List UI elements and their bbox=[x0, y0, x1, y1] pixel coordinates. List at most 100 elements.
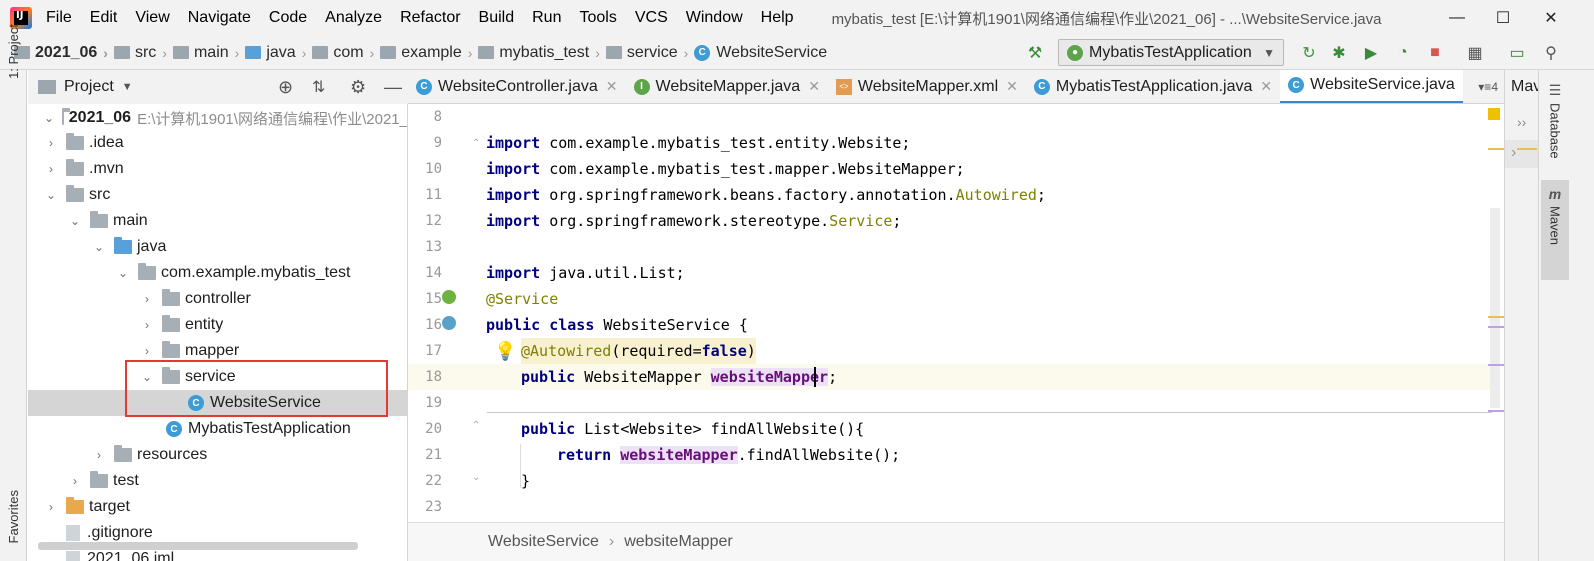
minimize-button[interactable]: — bbox=[1434, 0, 1480, 36]
spring-bean-icon[interactable] bbox=[442, 290, 456, 304]
menu-view[interactable]: View bbox=[135, 9, 169, 27]
menu-file[interactable]: File bbox=[46, 9, 72, 27]
favorites-tool-tab[interactable]: Favorites bbox=[6, 490, 21, 543]
menu-vcs[interactable]: VCS bbox=[635, 9, 668, 27]
tab-overflow-button[interactable]: ▾≡4 bbox=[1478, 80, 1504, 94]
project-structure-icon[interactable]: ▦ bbox=[1464, 42, 1486, 64]
crumb-java[interactable]: java › bbox=[245, 44, 312, 62]
menu-analyze[interactable]: Analyze bbox=[325, 9, 382, 27]
coverage-icon[interactable]: ▶ bbox=[1360, 42, 1382, 64]
debug-icon[interactable]: ✱ bbox=[1328, 42, 1350, 64]
tree-item-test[interactable]: › test bbox=[28, 468, 407, 494]
tab-websitecontroller[interactable]: C WebsiteController.java ✕ bbox=[408, 70, 626, 103]
tree-item-controller[interactable]: › controller bbox=[28, 286, 407, 312]
crumb-main[interactable]: main › bbox=[172, 44, 245, 62]
tree-item-mybatistestapplication[interactable]: C MybatisTestApplication bbox=[28, 416, 407, 442]
crumb-mybatis-test[interactable]: mybatis_test › bbox=[478, 44, 605, 62]
window-title: mybatis_test [E:\计算机1901\网络通信编程\作业\2021_… bbox=[831, 10, 1382, 28]
code-line-22[interactable]: } bbox=[521, 468, 530, 494]
tree-item-main[interactable]: ⌄ main bbox=[28, 208, 407, 234]
menu-tools[interactable]: Tools bbox=[579, 9, 616, 27]
code-line-14[interactable]: import java.util.List; bbox=[486, 260, 685, 286]
breadcrumb-class[interactable]: WebsiteService bbox=[488, 533, 599, 551]
rerun-icon[interactable]: ↻ bbox=[1298, 42, 1320, 64]
menu-run[interactable]: Run bbox=[532, 9, 561, 27]
spring-bean-class-icon[interactable] bbox=[442, 316, 456, 330]
editor-scroll-markers[interactable] bbox=[1488, 104, 1504, 522]
tab-mybatistestapplication[interactable]: C MybatisTestApplication.java ✕ bbox=[1026, 70, 1280, 103]
crumb-project[interactable]: 2021_06 › bbox=[14, 44, 114, 62]
close-tab-icon[interactable]: ✕ bbox=[1006, 78, 1018, 95]
code-line-9[interactable]: import com.example.mybatis_test.entity.W… bbox=[486, 130, 910, 156]
search-icon[interactable]: ⚲ bbox=[1540, 42, 1562, 64]
menu-refactor[interactable]: Refactor bbox=[400, 9, 460, 27]
tab-websitemapper-java[interactable]: I WebsiteMapper.java ✕ bbox=[626, 70, 828, 103]
code-line-15[interactable]: @Service bbox=[486, 286, 558, 312]
fold-icon[interactable]: ⌃ bbox=[472, 420, 480, 431]
code-line-12[interactable]: import org.springframework.stereotype.Se… bbox=[486, 208, 901, 234]
menu-edit[interactable]: Edit bbox=[90, 9, 118, 27]
close-tab-icon[interactable]: ✕ bbox=[808, 78, 820, 95]
code-line-20[interactable]: public List<Website> findAllWebsite(){ bbox=[521, 416, 864, 442]
code-line-18[interactable]: public WebsiteMapper websiteMapper; bbox=[521, 364, 837, 390]
crumb-websiteservice[interactable]: C WebsiteService bbox=[694, 44, 827, 62]
crumb-src[interactable]: src › bbox=[113, 44, 173, 62]
crumb-com[interactable]: com › bbox=[312, 44, 380, 62]
tree-item-target[interactable]: › target bbox=[28, 494, 407, 520]
chevron-down-icon[interactable]: ▼ bbox=[122, 81, 133, 93]
menu-window[interactable]: Window bbox=[686, 9, 743, 27]
fold-icon[interactable]: ⌄ bbox=[472, 472, 480, 483]
tree-item-mvn[interactable]: › .mvn bbox=[28, 156, 407, 182]
tree-item-src[interactable]: ⌄ src bbox=[28, 182, 407, 208]
menu-help[interactable]: Help bbox=[761, 9, 794, 27]
tab-websiteservice[interactable]: C WebsiteService.java bbox=[1280, 70, 1463, 103]
menu-code[interactable]: Code bbox=[269, 9, 307, 27]
tree-item-service[interactable]: ⌄ service bbox=[28, 364, 407, 390]
tab-split-editor[interactable]: Mav bbox=[1511, 78, 1541, 96]
chevron-right-icon[interactable]: › bbox=[1511, 144, 1516, 162]
code-line-10[interactable]: import com.example.mybatis_test.mapper.W… bbox=[486, 156, 965, 182]
maximize-button[interactable]: ☐ bbox=[1480, 0, 1526, 36]
tree-item-idea[interactable]: › .idea bbox=[28, 130, 407, 156]
tree-item-entity[interactable]: › entity bbox=[28, 312, 407, 338]
close-tab-icon[interactable]: ✕ bbox=[1260, 78, 1272, 95]
menu-navigate[interactable]: Navigate bbox=[188, 9, 251, 27]
tree-item-websiteservice[interactable]: C WebsiteService bbox=[28, 390, 407, 416]
code-line-21[interactable]: return websiteMapper.findAllWebsite(); bbox=[557, 442, 900, 468]
tree-item-mapper[interactable]: › mapper bbox=[28, 338, 407, 364]
expand-icon[interactable]: ›› bbox=[1517, 114, 1526, 130]
tree-item-package[interactable]: ⌄ com.example.mybatis_test bbox=[28, 260, 407, 286]
hide-icon[interactable]: — bbox=[384, 77, 402, 98]
maven-tool-tab[interactable]: m Maven bbox=[1541, 180, 1569, 280]
tree-item-java[interactable]: ⌄ java bbox=[28, 234, 407, 260]
crumb-example[interactable]: example › bbox=[380, 44, 478, 62]
database-tool-tab[interactable]: ☰ Database bbox=[1541, 70, 1569, 162]
vertical-scrollbar[interactable] bbox=[1490, 208, 1500, 408]
tree-item-resources[interactable]: › resources bbox=[28, 442, 407, 468]
menu-build[interactable]: Build bbox=[479, 9, 515, 27]
code-line-11[interactable]: import org.springframework.beans.factory… bbox=[486, 182, 1046, 208]
stop-icon[interactable]: ■ bbox=[1424, 42, 1446, 64]
editor-tab-bar: C WebsiteController.java ✕ I WebsiteMappe… bbox=[408, 70, 1504, 104]
breadcrumb-field[interactable]: websiteMapper bbox=[624, 533, 733, 551]
project-panel-title[interactable]: Project bbox=[64, 78, 114, 96]
resources-folder-icon bbox=[114, 445, 132, 462]
fold-icon[interactable]: ⌃ bbox=[472, 138, 480, 149]
tree-item-root[interactable]: ⌄ 2021_06 E:\计算机1901\网络通信编程\作业\2021_ bbox=[28, 105, 407, 131]
build-hammer-icon[interactable]: ⚒ bbox=[1024, 42, 1046, 64]
horizontal-scrollbar[interactable] bbox=[38, 542, 358, 550]
close-tab-icon[interactable]: ✕ bbox=[606, 78, 618, 95]
right-tool-stripe: ☰ Database m Maven bbox=[1538, 70, 1594, 561]
code-line-17[interactable]: @Autowired(required=false) bbox=[521, 338, 756, 364]
run-configuration-select[interactable]: ● MybatisTestApplication ▼ bbox=[1058, 39, 1284, 66]
profile-icon[interactable]: ◔ bbox=[1392, 42, 1414, 64]
code-line-16[interactable]: public class WebsiteService { bbox=[486, 312, 748, 338]
crumb-service[interactable]: service › bbox=[605, 44, 694, 62]
tab-websitemapper-xml[interactable]: <> WebsiteMapper.xml ✕ bbox=[828, 70, 1026, 103]
gear-icon[interactable]: ⚙ bbox=[350, 77, 366, 98]
terminal-icon[interactable]: ▭ bbox=[1506, 42, 1528, 64]
locate-icon[interactable]: ⊕ bbox=[278, 77, 293, 98]
close-button[interactable]: ✕ bbox=[1528, 0, 1574, 36]
collapse-all-icon[interactable]: ⇅ bbox=[312, 77, 325, 97]
lightbulb-icon[interactable]: 💡 bbox=[494, 341, 516, 362]
